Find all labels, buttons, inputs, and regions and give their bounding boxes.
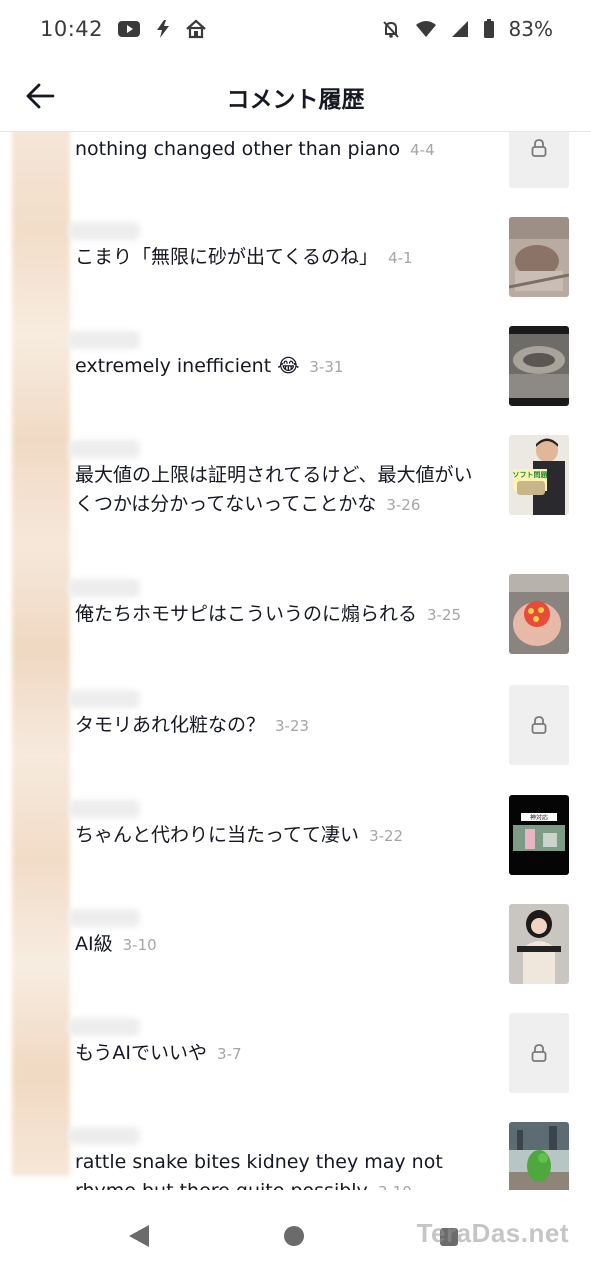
video-thumbnail[interactable] <box>509 217 569 297</box>
comment-text-block: nothing changed other than piano 4-4 <box>75 135 475 165</box>
username-blur <box>68 331 140 349</box>
comment-date: 3-10 <box>378 1183 412 1190</box>
watermark: TeraDas.net <box>416 1218 569 1248</box>
comment-date: 3-23 <box>275 717 310 735</box>
thumbnail-caption: 神対応 <box>530 814 548 822</box>
video-thumbnail[interactable]: ソフト問題 <box>509 435 569 515</box>
bell-off-icon <box>381 19 401 39</box>
username-blur <box>68 1018 140 1036</box>
comment-text-block: もうAIでいいや 3-7 <box>75 1039 475 1069</box>
wifi-icon <box>415 20 437 38</box>
thumbnail-caption: ソフト問題 <box>513 470 549 479</box>
comment-text-block: AI級 3-10 <box>75 930 475 960</box>
comment-text-block: こまり「無限に砂が出てくるのね」 4-1 <box>75 243 475 273</box>
comment-date: 3-31 <box>309 358 344 376</box>
lock-icon <box>531 139 547 157</box>
comment-text: ちゃんと代わりに当たってて凄い <box>75 824 360 846</box>
comment-text-block: rattle snake bites kidney they may not r… <box>75 1148 475 1190</box>
comment-text-block: ちゃんと代わりに当たってて凄い 3-22 <box>75 821 475 851</box>
top-bar: コメント履歴 <box>0 58 591 132</box>
status-time: 10:42 <box>40 17 104 41</box>
locked-thumbnail[interactable] <box>509 1013 569 1093</box>
comment-text: AI級 <box>75 933 113 955</box>
comment-text: こまり「無限に砂が出てくるのね」 <box>75 246 379 268</box>
comment-text: 俺たちホモサピはこういうのに煽られる <box>75 603 418 625</box>
username-blur <box>68 800 140 818</box>
comment-text-block: タモリあれ化粧なの？ 3-23 <box>75 711 475 741</box>
video-thumbnail[interactable] <box>509 1122 569 1190</box>
comment-text: nothing changed other than piano <box>75 138 401 160</box>
battery-icon <box>483 19 495 39</box>
video-thumbnail[interactable]: 神対応 <box>509 795 569 875</box>
battery-percentage: 83% <box>508 17 553 41</box>
video-thumbnail[interactable] <box>509 574 569 654</box>
comment-date: 4-4 <box>410 141 435 159</box>
avatar-blur <box>12 132 70 1176</box>
username-blur <box>68 440 140 458</box>
video-thumbnail[interactable] <box>509 904 569 984</box>
comment-text-block: 最大値の上限は証明されてるけど、最大値がいくつかは分かってないってことかな 3-2… <box>75 461 475 520</box>
locked-thumbnail[interactable] <box>509 132 569 188</box>
page-title: コメント履歴 <box>226 87 365 113</box>
triangle-back-icon[interactable] <box>128 1224 150 1252</box>
comment-history-list[interactable]: nothing changed other than piano 4-4 こまり「… <box>0 132 591 1190</box>
comment-text: もうAIでいいや <box>75 1042 208 1064</box>
bolt-icon <box>155 19 171 39</box>
youtube-icon <box>117 20 141 38</box>
comment-date: 3-25 <box>427 606 462 624</box>
comment-text: extremely inefficient 😂 <box>75 355 300 377</box>
username-blur <box>68 222 140 240</box>
signal-icon <box>451 20 469 38</box>
video-thumbnail[interactable] <box>509 326 569 406</box>
username-blur <box>68 1127 140 1145</box>
comment-date: 3-22 <box>369 827 404 845</box>
lock-icon <box>531 1044 547 1062</box>
username-blur <box>68 690 140 708</box>
comment-date: 4-1 <box>388 249 413 267</box>
comment-text: タモリあれ化粧なの？ <box>75 714 266 736</box>
comment-date: 3-7 <box>217 1045 242 1063</box>
home-icon <box>185 19 207 39</box>
comment-text-block: 俺たちホモサピはこういうのに煽られる 3-25 <box>75 600 475 630</box>
circle-home-icon[interactable] <box>284 1226 304 1246</box>
username-blur <box>68 579 140 597</box>
status-bar: 10:42 83% <box>0 0 591 58</box>
comment-date: 3-26 <box>386 496 421 514</box>
lock-icon <box>531 716 547 734</box>
username-blur <box>68 909 140 927</box>
locked-thumbnail[interactable] <box>509 685 569 765</box>
comment-text-block: extremely inefficient 😂 3-31 <box>75 352 475 382</box>
system-navigation-bar: TeraDas.net <box>0 1190 591 1280</box>
comment-date: 3-10 <box>122 936 157 954</box>
